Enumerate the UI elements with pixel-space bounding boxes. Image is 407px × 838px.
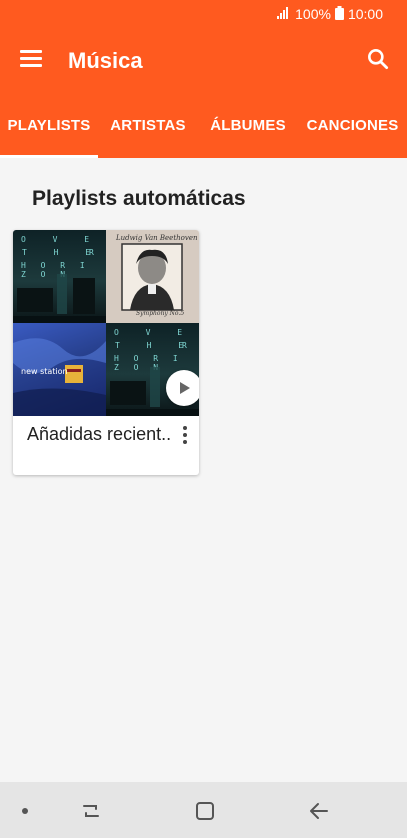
- tab-albumes[interactable]: ÁLBUMES: [198, 92, 298, 158]
- more-vertical-icon[interactable]: [181, 426, 189, 446]
- recent-apps-icon[interactable]: [78, 798, 104, 824]
- tab-label: ARTISTAS: [110, 116, 186, 134]
- tab-artistas[interactable]: ARTISTAS: [98, 92, 198, 158]
- playlist-name: Añadidas recient..: [27, 424, 172, 444]
- album-art: O V E T H E R H O R I Z O N: [13, 230, 106, 323]
- battery-percent: 100%: [295, 6, 331, 22]
- album-art: Ludwig Van Beethoven Symphony No.5: [106, 230, 199, 323]
- cover-text: new station: [21, 367, 68, 376]
- clock: 10:00: [347, 6, 383, 22]
- tab-label: ÁLBUMES: [210, 116, 286, 134]
- search-icon[interactable]: [365, 46, 391, 72]
- piano-scene-image: [13, 274, 106, 323]
- tab-playlists[interactable]: PLAYLISTS: [0, 92, 98, 158]
- home-icon[interactable]: [192, 798, 218, 824]
- section-title: Playlists automáticas: [32, 187, 246, 210]
- back-icon[interactable]: [306, 798, 332, 824]
- signal-icon: [277, 6, 291, 22]
- status-bar: 100% 10:00: [0, 0, 407, 28]
- play-icon: [180, 382, 190, 394]
- playlist-card[interactable]: O V E T H E R H O R I Z O N Ludwig Van B…: [13, 230, 199, 475]
- app-bar: Música: [0, 28, 407, 92]
- album-art: new station: [13, 323, 106, 416]
- tab-bar: PLAYLISTS ARTISTAS ÁLBUMES CANCIONES: [0, 92, 407, 158]
- tab-canciones[interactable]: CANCIONES: [298, 92, 407, 158]
- nav-indicator-dot: [22, 808, 28, 814]
- play-button[interactable]: [166, 370, 199, 406]
- battery-icon: [334, 5, 344, 23]
- tab-label: CANCIONES: [306, 116, 399, 134]
- tab-label: PLAYLISTS: [7, 116, 91, 134]
- cover-text: Symphony No.5: [136, 310, 185, 317]
- hamburger-menu-icon[interactable]: [20, 50, 44, 68]
- app-title: Música: [68, 48, 143, 73]
- system-nav-bar: [0, 782, 407, 838]
